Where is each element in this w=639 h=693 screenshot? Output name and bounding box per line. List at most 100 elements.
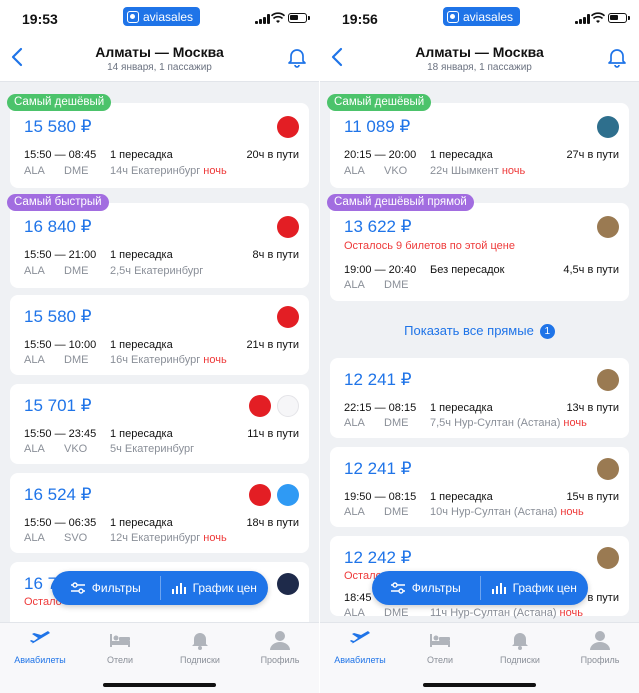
duration: 13ч в пути [566,402,619,414]
from-airport: ALA [344,506,365,518]
from-airport: ALA [24,265,45,277]
cheapest-direct-tag: Самый дешёвый прямой [327,194,474,211]
page-subtitle: 14 января, 1 пассажир [107,62,212,73]
price-chart-label: График цен [512,581,577,595]
wifi-icon [271,12,285,23]
ticket-card[interactable]: Самый дешёвый 11 089 ₽ 20:15 — 20:00 1 п… [327,94,629,188]
tickets-left-warning: Осталось 9 билетов по этой цене [344,240,515,252]
ticket-price: 16 524 ₽ [24,485,92,504]
nav-bar: Алматы — Москва 14 января, 1 пассажир [0,38,319,82]
dep-time: 19:00 [344,264,372,276]
person-icon [590,631,610,650]
ticket-price: 16 840 ₽ [24,217,92,236]
arr-time: 20:40 [388,264,417,276]
price-chart-button[interactable]: График цен [481,571,589,605]
ticket-card[interactable]: 15 701 ₽ 15:50 — 23:45 1 пересадка 11ч в… [10,384,309,464]
airline-logo-icon [597,547,619,569]
night-label: ночь [501,165,526,177]
filters-button[interactable]: Фильтры [52,571,160,605]
battery-icon [608,13,630,23]
cheapest-tag: Самый дешёвый [327,94,432,111]
tab-subscriptions[interactable]: Подписки [480,629,560,665]
dep-time: 15:50 [24,339,52,351]
stops: 1 пересадка [430,402,493,414]
from-airport: ALA [344,165,365,177]
from-airport: ALA [24,354,45,366]
ticket-price: 12 241 ₽ [344,459,412,478]
arr-time: 23:45 [68,428,97,440]
tab-profile[interactable]: Профиль [240,629,319,665]
status-time: 19:56 [342,11,378,27]
layover: 16ч Екатеринбург [110,354,201,366]
arr-time: 20:00 [388,149,417,161]
to-airport: DME [384,279,409,291]
status-bar: 19:56 aviasales [320,0,639,38]
price-chart-button[interactable]: График цен [161,571,269,605]
ticket-card[interactable]: Самый быстрый 16 840 ₽ 15:50 — 21:00 1 п… [7,194,309,288]
filters-button[interactable]: Фильтры [372,571,480,605]
show-all-label: Показать все прямые [404,323,534,338]
aviasales-logo-icon [127,10,139,23]
night-label: ночь [203,532,227,544]
ticket-card[interactable]: 12 241 ₽ 19:50 — 08:15 1 пересадка 15ч в… [330,447,629,527]
tab-label: Подписки [500,655,540,665]
tab-bar: Авиабилеты Отели Подписки Профиль [0,622,319,693]
dep-time: 20:15 [344,149,372,161]
from-airport: ALA [344,607,365,619]
tab-hotels[interactable]: Отели [400,629,480,665]
filters-icon [70,582,85,594]
airline-logo-icon [277,216,299,238]
ticket-card[interactable]: 12 241 ₽ 22:15 — 08:15 1 пересадка 13ч в… [330,358,629,438]
signal-icon [255,14,270,24]
tab-flights[interactable]: Авиабилеты [0,629,80,665]
night-label: ночь [203,354,227,366]
layover: 7,5ч Нур-Султан (Астана) [430,417,561,429]
filters-label: Фильтры [411,581,461,595]
ticket-card[interactable]: Самый дешёвый 15 580 ₽ 15:50 — 08:45 1 п… [7,94,309,188]
bell-icon [512,633,528,650]
night-label: ночь [563,417,587,429]
layover: 22ч Шымкент [430,165,499,177]
aviasales-badge[interactable]: aviasales [443,7,521,26]
tab-flights[interactable]: Авиабилеты [320,629,400,665]
stops: 1 пересадка [110,517,173,529]
bar-chart-icon [491,583,506,594]
to-airport: DME [384,607,409,619]
filters-label: Фильтры [91,581,141,595]
ticket-card[interactable]: Самый дешёвый прямой 13 622 ₽ Осталось 9… [327,194,629,301]
to-airport: DME [64,265,89,277]
dep-time: 15:50 [24,249,52,261]
airline-logo-icon [277,116,299,138]
stops: 1 пересадка [110,149,173,161]
stops: 1 пересадка [110,249,173,261]
bell-icon[interactable] [286,46,308,68]
duration: 11ч в пути [247,428,299,440]
arr-time: 08:45 [68,149,97,161]
tab-subscriptions[interactable]: Подписки [160,629,240,665]
layover: 14ч Екатеринбург [110,165,201,177]
plane-icon [350,631,370,645]
airline-logo-icon [277,395,299,417]
aviasales-logo-icon [447,10,459,23]
stops: Без пересадок [430,264,505,276]
to-airport: DME [384,417,409,429]
to-airport: DME [64,165,89,177]
nav-bar: Алматы — Москва 18 января, 1 пассажир [320,38,639,82]
aviasales-badge[interactable]: aviasales [123,7,201,26]
tab-profile[interactable]: Профиль [560,629,639,665]
airline-logo-icon [597,369,619,391]
tab-label: Отели [106,655,133,665]
bell-icon[interactable] [606,46,628,68]
ticket-card[interactable]: 15 580 ₽ 15:50 — 10:00 1 пересадка 21ч в… [10,295,309,375]
to-airport: VKO [384,165,408,177]
tab-hotels[interactable]: Отели [80,629,160,665]
status-bar: 19:53 aviasales [0,0,319,38]
show-all-direct-link[interactable]: Показать все прямые 1 [320,323,639,339]
stops: 1 пересадка [110,339,173,351]
ticket-card[interactable]: 16 524 ₽ 15:50 — 06:35 1 пересадка 18ч в… [10,473,309,553]
dep-time: 15:50 [24,517,52,529]
bar-chart-icon [171,583,186,594]
show-all-count: 1 [539,324,555,339]
ticket-price: 13 622 ₽ [344,217,412,236]
bed-icon [430,634,450,647]
